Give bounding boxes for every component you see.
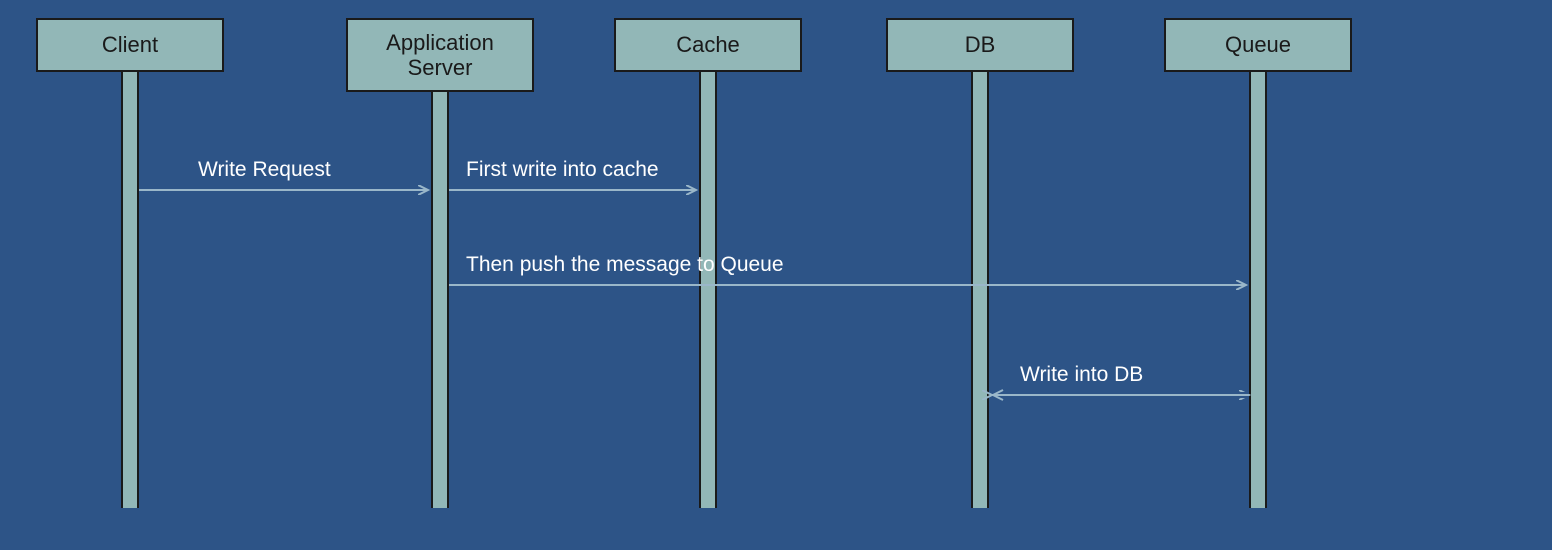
arrow-write-into-db-fix	[0, 0, 1552, 550]
message-write-into-db: Write into DB	[1020, 363, 1143, 387]
